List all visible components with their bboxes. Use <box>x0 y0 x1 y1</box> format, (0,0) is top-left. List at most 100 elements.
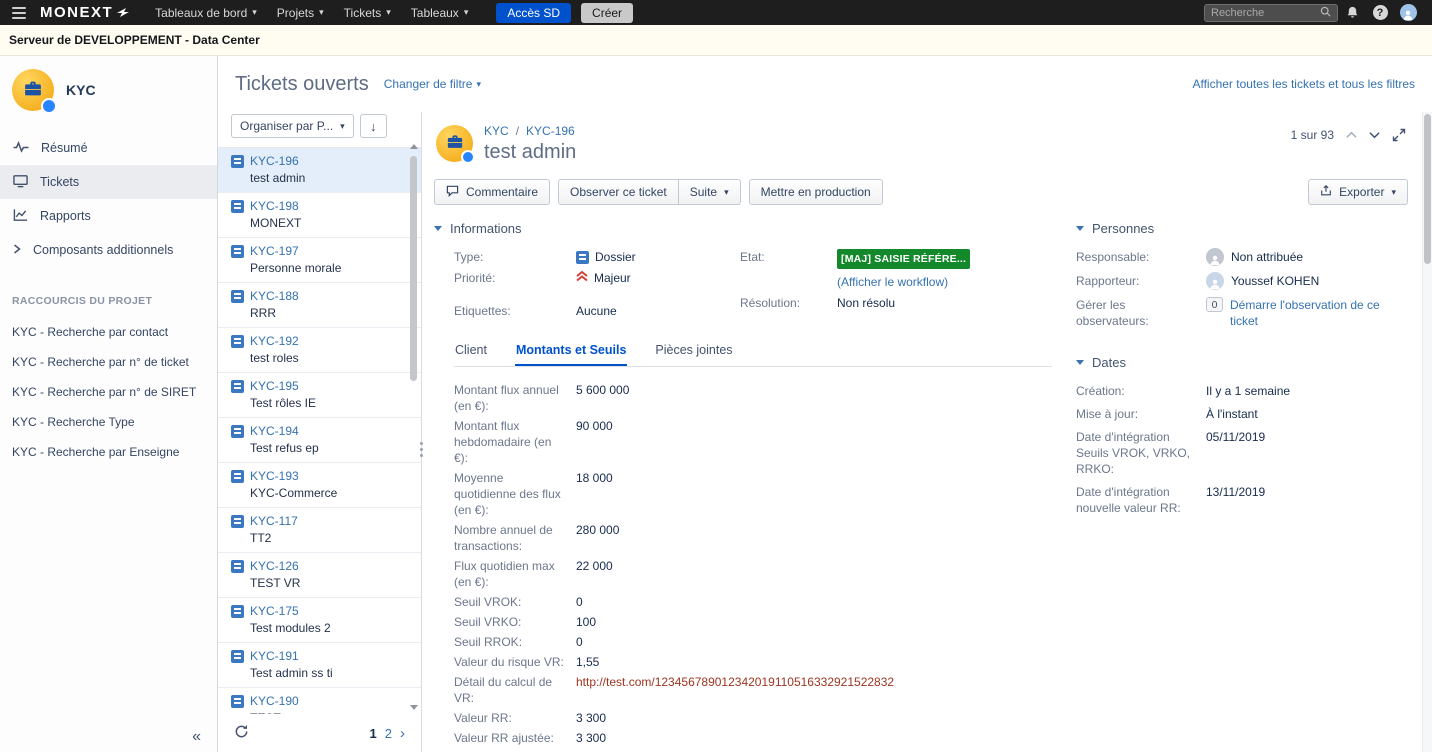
refresh-icon[interactable] <box>234 724 249 742</box>
field-value: 22 000 <box>576 558 613 574</box>
ticket-list-item[interactable]: KYC-175 Test modules 2 <box>218 598 421 643</box>
pagination-page-1[interactable]: 1 <box>370 726 377 741</box>
more-actions-button[interactable]: Suite <box>679 179 741 205</box>
shortcut-recherche-enseigne[interactable]: KYC - Recherche par Enseigne <box>0 437 217 467</box>
scroll-up-icon[interactable] <box>410 144 418 149</box>
ticket-summary: Test rôles IE <box>250 396 403 410</box>
pagination-page-2[interactable]: 2 <box>385 726 392 741</box>
ticket-list-item[interactable]: KYC-197 Personne morale <box>218 238 421 283</box>
monext-logo[interactable]: MONEXT <box>40 4 131 21</box>
informations-grid: Type: Dossier Priorité: Majeur <box>434 249 1052 324</box>
create-button[interactable]: Créer <box>581 3 633 23</box>
ticket-key-link[interactable]: KYC-193 <box>250 469 299 483</box>
shortcut-recherche-type[interactable]: KYC - Recherche Type <box>0 407 217 437</box>
show-all-tickets-link[interactable]: Afficher toutes les tickets et tous les … <box>1192 77 1415 91</box>
previous-ticket-icon[interactable] <box>1346 131 1357 139</box>
ticket-key-link[interactable]: KYC-198 <box>250 199 299 213</box>
field-label: Seuil VRKO: <box>454 614 576 630</box>
scroll-down-icon[interactable] <box>410 705 418 710</box>
sidebar-item-composants-additionnels[interactable]: Composants additionnels <box>0 233 217 267</box>
informations-section-title: Informations <box>450 221 522 236</box>
search-box[interactable] <box>1204 4 1338 22</box>
field-label: Valeur RR ajustée: <box>454 730 576 746</box>
ticket-key-link[interactable]: KYC-126 <box>250 559 299 573</box>
next-page-icon[interactable] <box>400 725 405 742</box>
ticket-key-link[interactable]: KYC-117 <box>250 514 298 528</box>
ticket-list-item[interactable]: KYC-194 Test refus ep <box>218 418 421 463</box>
export-button[interactable]: Exporter <box>1308 179 1408 205</box>
informations-section-header[interactable]: Informations <box>434 221 1052 236</box>
user-avatar[interactable] <box>1394 4 1422 21</box>
custom-fields-list: Montant flux annuel (en €): 5 600 000 Mo… <box>454 382 1052 752</box>
ticket-list-item[interactable]: KYC-188 RRR <box>218 283 421 328</box>
acces-sd-button[interactable]: Accès SD <box>496 3 571 23</box>
list-scrollbar-thumb[interactable] <box>410 156 417 381</box>
sidebar-collapse-icon[interactable] <box>192 728 201 746</box>
ticket-key-link[interactable]: KYC-190 <box>250 694 299 708</box>
ticket-key-link[interactable]: KYC-191 <box>250 649 299 663</box>
shortcut-recherche-ticket[interactable]: KYC - Recherche par n° de ticket <box>0 347 217 377</box>
ticket-key-link[interactable]: KYC-195 <box>250 379 299 393</box>
ticket-list-item[interactable]: KYC-193 KYC-Commerce <box>218 463 421 508</box>
notifications-bell-icon[interactable] <box>1338 6 1366 19</box>
ticket-list-item[interactable]: KYC-198 MONEXT <box>218 193 421 238</box>
watchers-count-badge[interactable]: 0 <box>1206 297 1223 312</box>
updated-row: Mise à jour: À l'instant <box>1076 406 1408 422</box>
shortcut-recherche-siret[interactable]: KYC - Recherche par n° de SIRET <box>0 377 217 407</box>
ticket-key-link[interactable]: KYC-194 <box>250 424 299 438</box>
sidebar-item-tickets[interactable]: Tickets <box>0 165 217 199</box>
field-value: 0 <box>576 594 583 610</box>
ticket-key-link[interactable]: KYC-175 <box>250 604 299 618</box>
field-label: Seuil VROK: <box>454 594 576 610</box>
field-row: Seuil VRKO: 100 <box>454 614 1052 630</box>
nav-projets[interactable]: Projets <box>267 0 334 25</box>
page-scrollbar-thumb[interactable] <box>1424 114 1431 264</box>
field-value: 18 000 <box>576 470 613 486</box>
search-input[interactable] <box>1211 7 1314 19</box>
nav-tableaux[interactable]: Tableaux <box>401 0 479 25</box>
expand-icon[interactable] <box>1392 128 1406 142</box>
nav-tickets[interactable]: Tickets <box>334 0 401 25</box>
watch-ticket-button[interactable]: Observer ce ticket <box>558 179 679 205</box>
comment-button[interactable]: Commentaire <box>434 179 550 205</box>
ticket-list-item[interactable]: KYC-190 TEST <box>218 688 421 714</box>
put-in-production-button[interactable]: Mettre en production <box>749 179 883 205</box>
people-section-header[interactable]: Personnes <box>1076 221 1408 236</box>
sidebar-item-resume[interactable]: Résumé <box>0 131 217 165</box>
help-icon[interactable] <box>1366 5 1394 20</box>
ticket-list-item[interactable]: KYC-195 Test rôles IE <box>218 373 421 418</box>
nav-tableaux-de-bord[interactable]: Tableaux de bord <box>145 0 267 25</box>
shortcut-recherche-contact[interactable]: KYC - Recherche par contact <box>0 317 217 347</box>
ticket-key-link[interactable]: KYC-196 <box>250 154 299 168</box>
ticket-list-item[interactable]: KYC-191 Test admin ss ti <box>218 643 421 688</box>
field-value-url-link[interactable]: http://test.com/123456789012342019110516… <box>576 674 894 690</box>
sidebar-item-rapports[interactable]: Rapports <box>0 199 217 233</box>
briefcase-icon <box>22 78 44 103</box>
change-filter-link[interactable]: Changer de filtre <box>384 77 481 91</box>
ticket-list-item[interactable]: KYC-117 TT2 <box>218 508 421 553</box>
tab-client[interactable]: Client <box>454 339 488 366</box>
detail-toolbar: Commentaire Observer ce ticket Suite Met… <box>434 179 1408 205</box>
panel-resize-handle[interactable] <box>418 442 425 457</box>
next-ticket-icon[interactable] <box>1369 131 1380 139</box>
project-header[interactable]: KYC <box>0 69 217 131</box>
ticket-list-item[interactable]: KYC-196 test admin <box>218 148 421 193</box>
sort-by-button[interactable]: Organiser par P... <box>231 114 354 138</box>
ticket-key-link[interactable]: KYC-188 <box>250 289 299 303</box>
ticket-list-item[interactable]: KYC-192 test roles <box>218 328 421 373</box>
detail-main-column: Informations Type: Dossier Priorité: <box>434 221 1076 752</box>
start-watching-link[interactable]: Démarre l'observation de ce ticket <box>1230 297 1408 329</box>
ticket-key-link[interactable]: KYC-197 <box>250 244 299 258</box>
dates-section-header[interactable]: Dates <box>1076 355 1408 370</box>
ticket-key-link[interactable]: KYC-192 <box>250 334 299 348</box>
tab-montants-et-seuils[interactable]: Montants et Seuils <box>515 339 627 366</box>
tab-pieces-jointes[interactable]: Pièces jointes <box>654 339 733 366</box>
breadcrumb-project-link[interactable]: KYC <box>484 124 509 138</box>
priority-value: Majeur <box>594 270 631 286</box>
field-value: 100 <box>576 614 596 630</box>
ticket-list-item[interactable]: KYC-126 TEST VR <box>218 553 421 598</box>
breadcrumb-ticket-link[interactable]: KYC-196 <box>526 124 575 138</box>
sort-direction-button[interactable] <box>360 114 387 138</box>
hamburger-menu-icon[interactable] <box>4 0 34 25</box>
show-workflow-link[interactable]: (Afficher le workflow) <box>837 274 948 290</box>
